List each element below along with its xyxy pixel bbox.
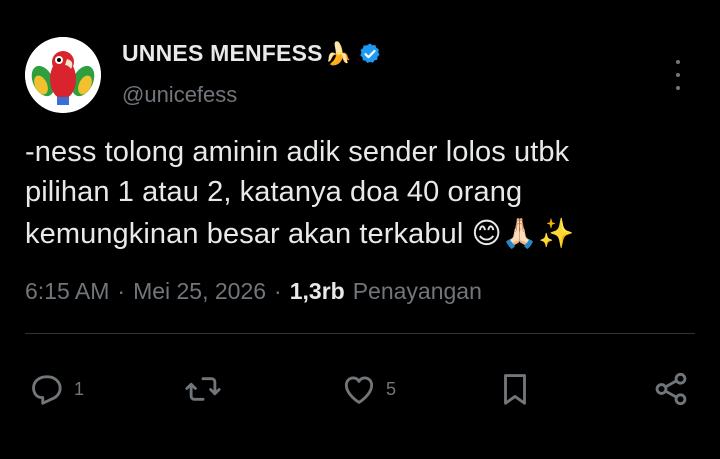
share-icon [655,372,687,406]
more-options-icon[interactable] [668,60,688,90]
reply-button[interactable]: 1 [28,370,84,408]
banana-emoji: 🍌 [324,40,353,66]
like-count: 5 [386,378,397,399]
bookmark-icon [504,374,526,405]
parrot-avatar-icon [25,37,101,113]
tweet-text-line-3: kemungkinan besar akan terkabul 😊🙏🏻✨ [25,218,575,250]
like-icon [344,376,374,404]
tweet-time[interactable]: 6:15 AM [25,278,109,305]
tweet-text-line-1: -ness tolong aminin adik sender lolos ut… [25,136,570,168]
retweet-icon [185,377,221,401]
avatar[interactable] [25,37,101,113]
author-name[interactable]: UNNES MENFESS [122,40,323,67]
verified-badge-icon [360,43,380,63]
tweet-text-line-2: pilihan 1 atau 2, katanya doa 40 orang [25,176,523,208]
share-button[interactable] [652,370,690,408]
views-count[interactable]: 1,3rb [290,278,345,305]
meta-separator-2: · [274,278,282,304]
retweet-button[interactable] [184,370,222,408]
tweet-date[interactable]: Mei 25, 2026 [133,278,266,305]
bookmark-button[interactable] [496,370,534,408]
author-name-row[interactable]: UNNES MENFESS 🍌 [122,40,382,67]
reply-count: 1 [74,378,85,399]
tweet-meta: 6:15 AM · Mei 25, 2026 · 1,3rb Penayanga… [25,278,482,305]
views-label[interactable]: Penayangan [353,278,482,305]
author-handle[interactable]: @unicefess [122,82,237,108]
reply-icon [32,375,62,405]
meta-separator: · [117,278,126,304]
like-button[interactable]: 5 [340,370,396,408]
divider [25,333,695,334]
